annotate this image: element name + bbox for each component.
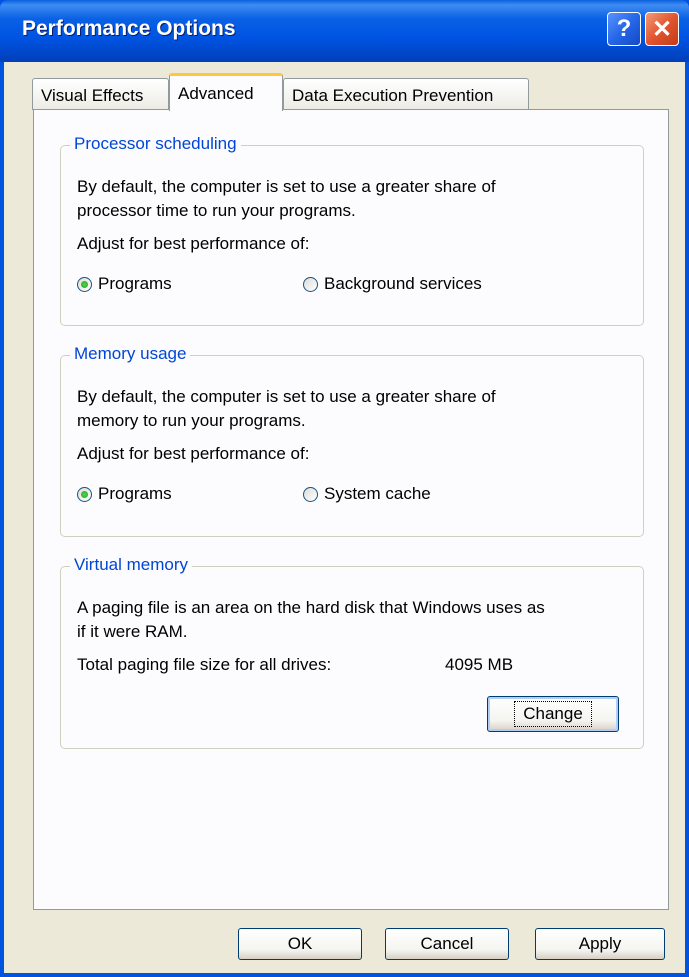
memory-description-line1: By default, the computer is set to use a…: [77, 387, 496, 406]
tab-label: Advanced: [178, 84, 254, 103]
change-button-label: Change: [514, 701, 592, 727]
radio-checked-icon[interactable]: [77, 276, 92, 292]
radio-label: System cache: [324, 484, 431, 503]
processor-scheduling-group: Processor scheduling By default, the com…: [60, 134, 644, 326]
memory-system-cache-radio[interactable]: System cache: [303, 484, 431, 504]
memory-description-line2: memory to run your programs.: [77, 411, 306, 430]
processor-description-line1: By default, the computer is set to use a…: [77, 177, 496, 196]
cancel-button[interactable]: Cancel: [385, 928, 509, 960]
radio-unchecked-icon[interactable]: [303, 486, 318, 502]
group-title: Memory usage: [70, 344, 191, 364]
tab-visual-effects[interactable]: Visual Effects: [32, 78, 169, 110]
group-title: Virtual memory: [70, 555, 192, 575]
memory-usage-group: Memory usage By default, the computer is…: [60, 344, 644, 537]
radio-checked-icon[interactable]: [77, 486, 92, 502]
ok-button[interactable]: OK: [238, 928, 362, 960]
memory-programs-radio[interactable]: Programs: [77, 484, 172, 504]
paging-size-label: Total paging file size for all drives:: [77, 655, 332, 674]
paging-size-value: 4095 MB: [445, 655, 514, 674]
memory-adjust-label: Adjust for best performance of:: [77, 444, 310, 463]
tab-advanced[interactable]: Advanced: [169, 73, 283, 111]
performance-options-window: Performance Options ? ✕ Visual Effects A…: [0, 0, 689, 977]
group-title: Processor scheduling: [70, 134, 241, 154]
processor-description-line2: processor time to run your programs.: [77, 201, 356, 220]
window-title: Performance Options: [22, 17, 236, 40]
dialog-body: Visual Effects Advanced Data Execution P…: [4, 62, 685, 973]
radio-unchecked-icon[interactable]: [303, 276, 318, 292]
close-icon[interactable]: ✕: [645, 12, 679, 46]
virtual-memory-description-line1: A paging file is an area on the hard dis…: [77, 598, 545, 617]
processor-background-services-radio[interactable]: Background services: [303, 274, 482, 294]
radio-label: Programs: [98, 484, 172, 503]
tab-label: Visual Effects: [41, 86, 144, 105]
processor-programs-radio[interactable]: Programs: [77, 274, 172, 294]
apply-button[interactable]: Apply: [535, 928, 665, 960]
virtual-memory-group: Virtual memory A paging file is an area …: [60, 555, 644, 749]
advanced-tab-panel: Processor scheduling By default, the com…: [33, 109, 669, 910]
virtual-memory-description-line2: if it were RAM.: [77, 622, 188, 641]
title-bar[interactable]: Performance Options ? ✕: [0, 0, 689, 62]
radio-label: Programs: [98, 274, 172, 293]
processor-adjust-label: Adjust for best performance of:: [77, 234, 310, 253]
radio-label: Background services: [324, 274, 482, 293]
help-icon[interactable]: ?: [607, 12, 641, 46]
tab-data-execution-prevention[interactable]: Data Execution Prevention: [283, 78, 529, 110]
change-button[interactable]: Change: [487, 696, 619, 732]
tab-label: Data Execution Prevention: [292, 86, 494, 105]
